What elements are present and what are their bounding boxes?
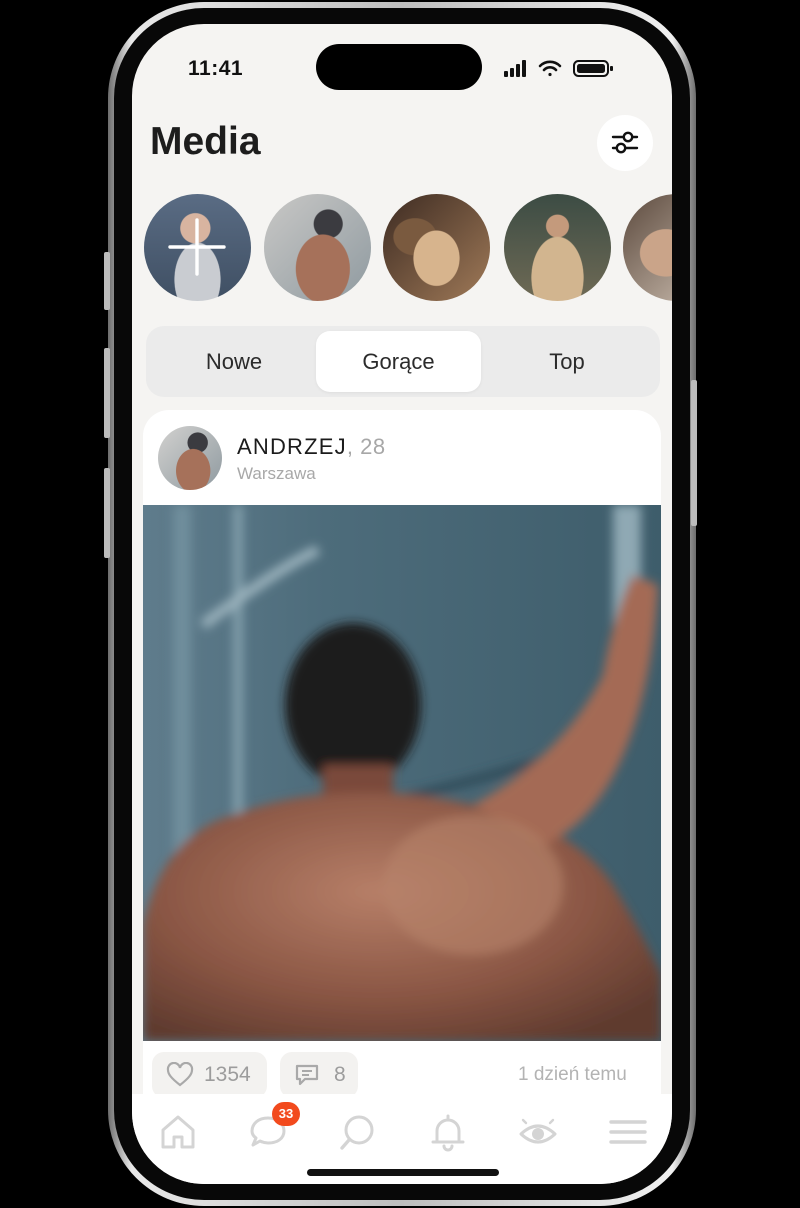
tab-top[interactable]: Top	[484, 331, 650, 392]
comment-button[interactable]: 8	[280, 1052, 358, 1098]
power-button	[691, 380, 697, 526]
menu-icon[interactable]	[608, 1112, 648, 1152]
chat-icon	[295, 1064, 319, 1086]
status-time: 11:41	[188, 57, 244, 80]
battery-icon	[573, 60, 613, 77]
filter-button[interactable]	[597, 115, 653, 171]
story-avatar[interactable]	[623, 194, 672, 301]
volume-down-button	[104, 468, 110, 558]
story-avatar[interactable]	[264, 194, 371, 301]
user-name: ANDRZEJ	[237, 434, 347, 459]
tab-gorace[interactable]: Gorące	[316, 331, 481, 392]
eye-icon[interactable]	[518, 1112, 558, 1152]
tab-nowe[interactable]: Nowe	[151, 331, 317, 392]
messages-badge: 33	[272, 1102, 300, 1126]
action-button	[104, 252, 110, 310]
home-icon[interactable]	[158, 1112, 198, 1152]
post-location: Warszawa	[237, 464, 316, 483]
story-avatar[interactable]	[383, 194, 490, 301]
stories-row	[144, 194, 672, 302]
sliders-icon	[611, 131, 639, 154]
home-indicator	[307, 1169, 499, 1176]
heart-icon	[166, 1062, 194, 1087]
like-count: 1354	[204, 1063, 251, 1086]
post-username[interactable]: ANDRZEJ, 28	[237, 434, 386, 460]
post-card: ANDRZEJ, 28 Warszawa 1354 8 1 dzień temu	[143, 410, 661, 1150]
plus-icon	[168, 218, 226, 276]
post-time: 1 dzień temu	[518, 1064, 627, 1085]
like-button[interactable]: 1354	[152, 1052, 267, 1098]
post-photo[interactable]	[143, 505, 661, 1041]
status-icons	[504, 60, 613, 77]
signal-icon	[504, 60, 526, 77]
user-age: , 28	[346, 434, 386, 459]
bell-icon[interactable]	[428, 1112, 468, 1152]
story-avatar[interactable]	[504, 194, 611, 301]
page-title: Media	[150, 120, 261, 163]
volume-up-button	[104, 348, 110, 438]
dynamic-island	[316, 44, 482, 90]
avatar[interactable]	[158, 426, 222, 490]
wifi-icon	[538, 60, 562, 77]
add-story-button[interactable]	[144, 194, 251, 301]
app-screen: 11:41 Media Nowe Gorące Top ANDRZEJ, 28 …	[132, 24, 672, 1184]
comment-count: 8	[334, 1063, 346, 1086]
feed-tabs: Nowe Gorące Top	[146, 326, 660, 397]
search-icon[interactable]	[338, 1112, 378, 1152]
